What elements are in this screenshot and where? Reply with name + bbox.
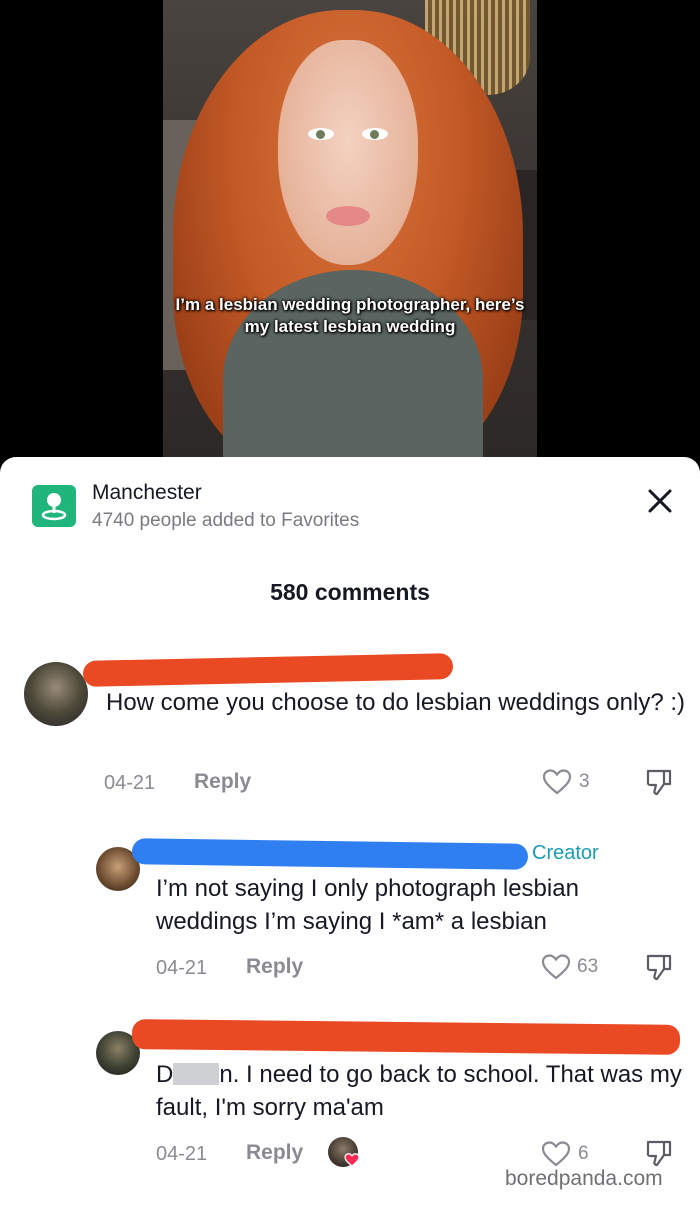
heart-icon[interactable]	[541, 1140, 571, 1168]
watermark: boredpanda.com	[505, 1167, 663, 1190]
redacted-username	[131, 1019, 681, 1055]
reply-button[interactable]: Reply	[246, 1141, 303, 1165]
comment-text: How come you choose to do lesbian weddin…	[106, 689, 685, 716]
video-frame	[163, 0, 537, 470]
close-icon[interactable]	[644, 485, 676, 517]
video-caption: I’m a lesbian wedding photographer, here…	[175, 295, 525, 336]
dislike-icon[interactable]	[644, 952, 674, 982]
comment-date: 04-21	[156, 957, 208, 979]
comments-sheet: Manchester 4740 people added to Favorite…	[0, 457, 700, 1206]
person-eye-left	[308, 128, 334, 140]
person-face	[278, 40, 418, 265]
location-title[interactable]: Manchester	[92, 481, 202, 505]
creator-badge: Creator	[532, 842, 599, 864]
liked-by-creator-heart-icon	[344, 1153, 360, 1167]
heart-icon[interactable]	[542, 768, 572, 796]
comment-text: I’m not saying I only photograph lesbian…	[156, 875, 579, 935]
comment-date: 04-21	[104, 772, 156, 794]
like-count: 6	[578, 1143, 589, 1164]
dislike-icon[interactable]	[644, 1138, 674, 1168]
reply-button[interactable]: Reply	[194, 770, 251, 794]
person-lips	[326, 206, 370, 226]
redacted-username	[82, 653, 454, 687]
location-pin-icon[interactable]	[32, 485, 76, 527]
comment-text-rest: n. I need to go back to school. That was…	[156, 1061, 682, 1121]
location-favorites-count: 4740 people added to Favorites	[92, 510, 360, 531]
person-eye-right	[362, 128, 388, 140]
like-count: 3	[579, 771, 590, 792]
redacted-username	[131, 838, 529, 870]
dislike-icon[interactable]	[644, 767, 674, 797]
comment-date: 04-21	[156, 1143, 208, 1165]
video-player[interactable]: I’m a lesbian wedding photographer, here…	[0, 0, 700, 470]
censor-block	[173, 1063, 220, 1085]
comment-text-start: D	[156, 1061, 174, 1088]
comment-text: Dn. I need to go back to school. That wa…	[156, 1058, 686, 1124]
avatar[interactable]	[24, 662, 88, 726]
reply-button[interactable]: Reply	[246, 955, 303, 979]
heart-icon[interactable]	[541, 953, 571, 981]
comments-count: 580 comments	[270, 579, 430, 605]
like-count: 63	[577, 956, 599, 977]
